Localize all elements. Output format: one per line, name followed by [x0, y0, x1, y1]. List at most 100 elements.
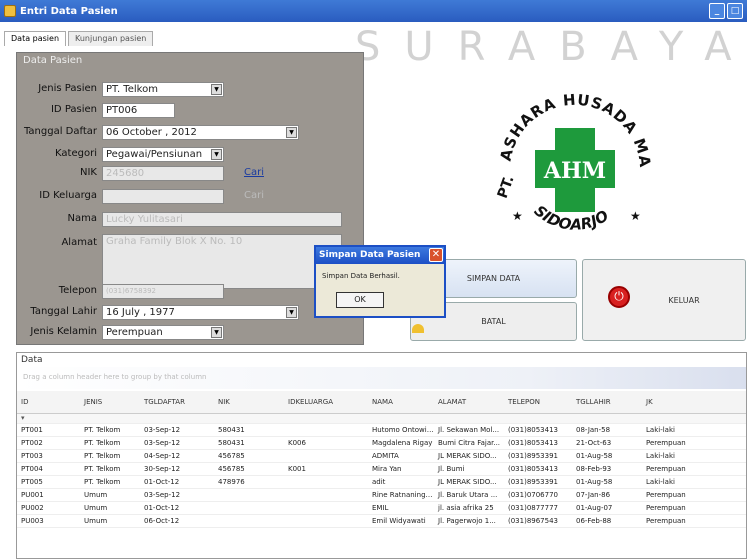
table-cell: Perempuan	[642, 436, 746, 450]
table-cell: PT. Telkom	[80, 475, 140, 489]
table-row[interactable]: PU002 Umum 01-Oct-12 EMIL jl. asia afrika 25…	[17, 501, 746, 515]
table-cell: EMIL	[368, 501, 434, 515]
nik-cari-link[interactable]: Cari	[244, 167, 264, 178]
chevron-down-icon[interactable]: ▼	[286, 307, 297, 318]
tanggal-daftar-label: Tanggal Daftar	[23, 126, 97, 137]
table-row[interactable]: PT004 PT. Telkom 30-Sep-12 456785 K001 Mira Y…	[17, 462, 746, 476]
id-keluarga-field[interactable]	[102, 189, 224, 204]
simpan-data-label: SIMPAN DATA	[466, 274, 521, 283]
telepon-field[interactable]: (031)6758392	[102, 284, 224, 299]
telepon-label: Telepon	[58, 285, 97, 296]
panel-title: Data Pasien	[23, 55, 83, 66]
table-row[interactable]: PT001 PT. Telkom 03-Sep-12 580431 Hutomo Ont…	[17, 423, 746, 437]
tab-kunjungan-pasien[interactable]: Kunjungan pasien	[68, 31, 154, 46]
table-row[interactable]: PT002 PT. Telkom 03-Sep-12 580431 K006 Magdal…	[17, 436, 746, 450]
table-cell: 21-Oct-63	[572, 436, 642, 450]
data-grid-panel: Data Drag a column header here to group …	[16, 352, 747, 559]
table-cell: adit	[368, 475, 434, 489]
patient-table: ID JENIS TGLDAFTAR NIK IDKELUARGA NAMA A…	[17, 391, 746, 528]
table-row[interactable]: PT003 PT. Telkom 04-Sep-12 456785 ADMITA JL M…	[17, 449, 746, 463]
column-header[interactable]: TELEPON	[504, 391, 572, 414]
chevron-down-icon[interactable]: ▼	[211, 149, 222, 160]
column-header[interactable]: JENIS	[80, 391, 140, 414]
table-cell: PT. Telkom	[80, 449, 140, 463]
column-header[interactable]: JK	[642, 391, 746, 414]
nama-field[interactable]: Lucky Yulitasari	[102, 212, 342, 227]
table-row[interactable]: PU003 Umum 06-Oct-12 Emil Widyawati Jl. Page…	[17, 514, 746, 528]
table-cell	[214, 501, 284, 515]
table-cell: Hutomo Ontowiryo	[368, 423, 434, 437]
data-pasien-panel: Data Pasien Jenis Pasien PT. Telkom ▼ ID…	[16, 52, 364, 345]
column-header[interactable]: NAMA	[368, 391, 434, 414]
column-header[interactable]: IDKELUARGA	[284, 391, 368, 414]
id-keluarga-cari-link[interactable]: Cari	[244, 190, 264, 201]
table-row[interactable]: PU001 Umum 03-Sep-12 Rine Ratnaningrum Jl. B…	[17, 488, 746, 502]
minimize-button[interactable]: _	[709, 3, 725, 19]
table-cell: 03-Sep-12	[140, 436, 214, 450]
column-header[interactable]: ID	[17, 391, 80, 414]
table-cell: 580431	[214, 436, 284, 450]
group-by-bar[interactable]: Drag a column header here to group by th…	[17, 367, 746, 389]
table-cell	[284, 514, 368, 528]
table-cell	[284, 488, 368, 502]
id-pasien-field[interactable]: PT006	[102, 103, 175, 118]
table-cell: PU002	[17, 501, 80, 515]
grid-title: Data	[21, 355, 43, 365]
table-cell: Laki-laki	[642, 423, 746, 437]
group-hint: Drag a column header here to group by th…	[23, 373, 207, 381]
jenis-pasien-select[interactable]: PT. Telkom ▼	[102, 82, 224, 97]
id-pasien-label: ID Pasien	[50, 104, 97, 115]
table-cell: PT. Telkom	[80, 462, 140, 476]
table-cell	[284, 423, 368, 437]
jenis-kelamin-select[interactable]: Perempuan ▼	[102, 325, 224, 340]
tanggal-lahir-label: Tanggal Lahir	[30, 306, 97, 317]
alamat-field[interactable]: Graha Family Blok X No. 10	[102, 234, 342, 289]
chevron-down-icon[interactable]: ▼	[211, 327, 222, 338]
power-icon: ⏻	[608, 286, 630, 308]
new-row[interactable]: ▾	[17, 413, 746, 424]
column-header[interactable]: TGLLAHIR	[572, 391, 642, 414]
nik-field[interactable]: 245680	[102, 166, 224, 181]
star-icon: ★	[512, 209, 523, 223]
tanggal-lahir-picker[interactable]: 16 July , 1977 ▼	[102, 305, 299, 320]
tanggal-daftar-value: 06 October , 2012	[106, 127, 197, 138]
table-cell: Jl. Baruk Utara ...	[434, 488, 504, 502]
table-cell: Laki-laki	[642, 449, 746, 463]
column-header[interactable]: TGLDAFTAR	[140, 391, 214, 414]
table-cell: PU003	[17, 514, 80, 528]
jenis-pasien-label: Jenis Pasien	[38, 83, 97, 94]
table-cell: (031)8053413	[504, 423, 572, 437]
chevron-down-icon[interactable]: ▼	[286, 127, 297, 138]
table-row[interactable]: PT005 PT. Telkom 01-Oct-12 478976 adit JL MER…	[17, 475, 746, 489]
kategori-select[interactable]: Pegawai/Pensiunan ▼	[102, 147, 224, 162]
chevron-down-icon[interactable]: ▼	[211, 84, 222, 95]
table-cell: 30-Sep-12	[140, 462, 214, 476]
star-icon: ★	[630, 209, 641, 223]
table-cell: (031)0706770	[504, 488, 572, 502]
table-cell: Mira Yan	[368, 462, 434, 476]
table-cell: 01-Oct-12	[140, 501, 214, 515]
table-cell: 01-Oct-12	[140, 475, 214, 489]
table-cell: 01-Aug-07	[572, 501, 642, 515]
column-header[interactable]: ALAMAT	[434, 391, 504, 414]
maximize-button[interactable]: □	[727, 3, 743, 19]
table-cell: 01-Aug-58	[572, 475, 642, 489]
ok-button[interactable]: OK	[336, 292, 384, 308]
table-cell: 01-Aug-58	[572, 449, 642, 463]
jenis-kelamin-value: Perempuan	[106, 327, 163, 338]
table-cell: 06-Oct-12	[140, 514, 214, 528]
dialog-message: Simpan Data Berhasil.	[322, 272, 400, 280]
table-cell: 478976	[214, 475, 284, 489]
table-cell: 04-Sep-12	[140, 449, 214, 463]
close-icon[interactable]: ✕	[429, 248, 443, 262]
keluar-button[interactable]: KELUAR	[582, 259, 746, 341]
tanggal-daftar-picker[interactable]: 06 October , 2012 ▼	[102, 125, 299, 140]
tab-data-pasien[interactable]: Data pasien	[4, 31, 67, 46]
app-icon	[4, 5, 16, 17]
ahm-logo: ASHARA HUSADA MANDIRI PT. AHM SIDOARJO ★…	[490, 80, 653, 234]
table-cell: PT001	[17, 423, 80, 437]
table-cell: K006	[284, 436, 368, 450]
table-cell: Emil Widyawati	[368, 514, 434, 528]
table-cell: PT002	[17, 436, 80, 450]
column-header[interactable]: NIK	[214, 391, 284, 414]
